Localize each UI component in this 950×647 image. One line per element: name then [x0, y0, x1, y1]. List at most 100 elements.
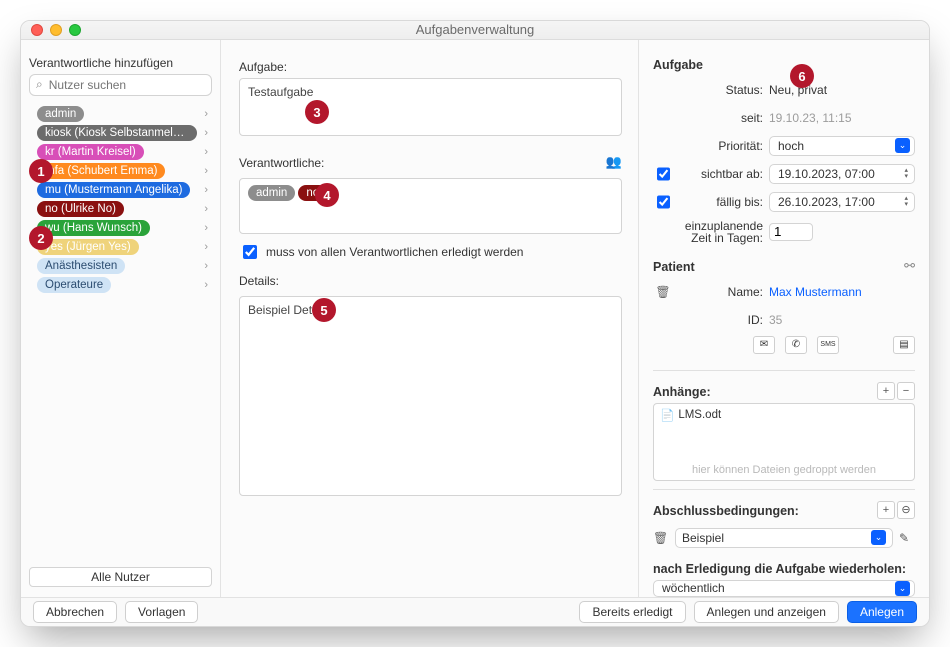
chevron-right-icon: ›	[204, 108, 212, 120]
all-users-button[interactable]: Alle Nutzer	[29, 567, 212, 587]
remove-condition-button[interactable]: ⊖	[897, 501, 915, 519]
callout-4: 4	[315, 183, 339, 207]
search-input[interactable]	[47, 77, 205, 93]
sichtbar-date[interactable]: 19.10.2023, 07:00▴▾	[769, 164, 915, 184]
callout-2: 2	[29, 226, 53, 250]
faellig-label: fällig bis:	[673, 195, 769, 209]
user-row[interactable]: mfa (Schubert Emma) ›	[29, 162, 212, 180]
user-tag: mfa (Schubert Emma)	[37, 163, 165, 179]
templates-button[interactable]: Vorlagen	[125, 601, 198, 623]
search-input-wrapper[interactable]: ⌕	[29, 74, 212, 96]
id-label: ID:	[673, 313, 769, 327]
link-icon[interactable]: ⚯	[904, 258, 915, 274]
status-value: Neu, privat	[769, 83, 915, 97]
user-row[interactable]: no (Ulrike No)›	[29, 200, 212, 218]
assigned-tag[interactable]: admin	[248, 185, 295, 201]
user-tag: kr (Martin Kreisel)	[37, 144, 144, 160]
sichtbar-label: sichtbar ab:	[673, 167, 769, 181]
user-row[interactable]: admin ›	[29, 105, 212, 123]
aufgabe-textarea[interactable]: Testaufgabe	[239, 78, 622, 136]
chevron-right-icon: ›	[204, 241, 212, 253]
faellig-date[interactable]: 26.10.2023, 17:00▴▾	[769, 192, 915, 212]
main-panel: Aufgabe: Testaufgabe Verantwortliche: 👥 …	[221, 40, 639, 597]
edit-icon[interactable]: ✎	[899, 531, 915, 545]
user-row[interactable]: yes (Jürgen Yes)›	[29, 238, 212, 256]
add-condition-button[interactable]: +	[877, 501, 895, 519]
chevron-down-icon: ⌄	[871, 530, 886, 545]
group-row[interactable]: Anästhesisten›	[29, 257, 212, 275]
user-tag: wu (Hans Wunsch)	[37, 220, 150, 236]
search-icon: ⌕	[36, 77, 43, 92]
priority-select[interactable]: hoch⌄	[769, 136, 915, 156]
seit-label: seit:	[673, 111, 769, 125]
verantwortliche-label: Verantwortliche:	[239, 156, 324, 170]
chevron-down-icon: ⌄	[895, 138, 910, 153]
condition-select[interactable]: Beispiel⌄	[675, 528, 893, 548]
einzuplanende-label: einzuplanende Zeit in Tagen:	[673, 220, 769, 244]
chevron-right-icon: ›	[204, 165, 212, 177]
aufgabe-label: Aufgabe:	[239, 60, 622, 74]
must-all-label: muss von allen Verantwortlichen erledigt…	[266, 245, 523, 259]
callout-5: 5	[312, 298, 336, 322]
user-row[interactable]: kiosk (Kiosk Selbstanmeldu…›	[29, 124, 212, 142]
group-tag: Operateure	[37, 277, 111, 293]
chevron-right-icon: ›	[204, 146, 212, 158]
sichtbar-checkbox[interactable]	[657, 167, 670, 181]
user-tag: no (Ulrike No)	[37, 201, 124, 217]
file-icon: 📄	[660, 408, 674, 422]
create-button[interactable]: Anlegen	[847, 601, 917, 623]
user-list: admin›kiosk (Kiosk Selbstanmeldu…›kr (Ma…	[29, 104, 212, 559]
user-row[interactable]: mu (Mustermann Angelika)›	[29, 181, 212, 199]
name-label: Name:	[673, 285, 769, 299]
plan-days-input[interactable]	[769, 223, 813, 241]
remove-attachment-button[interactable]: −	[897, 382, 915, 400]
properties-panel: Aufgabe Status:Neu, privat seit:19.10.23…	[639, 40, 929, 597]
create-and-show-button[interactable]: Anlegen und anzeigen	[694, 601, 839, 623]
app-window: Aufgabenverwaltung Verantwortliche hinzu…	[20, 20, 930, 627]
cancel-button[interactable]: Abbrechen	[33, 601, 117, 623]
chevron-right-icon: ›	[204, 222, 212, 234]
phone-icon[interactable]: ✆	[785, 336, 807, 354]
sms-icon[interactable]: SMS	[817, 336, 839, 354]
patient-name[interactable]: Max Mustermann	[769, 285, 915, 299]
must-all-checkbox[interactable]	[243, 245, 257, 259]
group-row[interactable]: Operateure ›	[29, 276, 212, 294]
footer: Abbrechen Vorlagen Bereits erledigt Anle…	[21, 597, 929, 626]
stepper-icon[interactable]: ▴▾	[904, 196, 908, 208]
user-row[interactable]: kr (Martin Kreisel) ›	[29, 143, 212, 161]
stepper-icon[interactable]: ▴▾	[904, 168, 908, 180]
sidebar: Verantwortliche hinzufügen ⌕ admin›kiosk…	[21, 40, 221, 597]
callout-3: 3	[305, 100, 329, 124]
user-tag: mu (Mustermann Angelika)	[37, 182, 190, 198]
patient-header: Patient	[653, 260, 695, 274]
group-tag: Anästhesisten	[37, 258, 125, 274]
trash-icon[interactable]: 🗑	[653, 531, 669, 545]
abschluss-label: Abschlussbedingungen:	[653, 504, 799, 518]
chevron-right-icon: ›	[204, 127, 212, 139]
details-textarea[interactable]: Beispiel Details	[239, 296, 622, 496]
people-icon[interactable]: 👥	[606, 154, 622, 170]
attachment-item[interactable]: 📄LMS.odt	[660, 408, 908, 422]
verantwortliche-box[interactable]: adminno	[239, 178, 622, 234]
trash-icon[interactable]: 🗑	[655, 285, 670, 299]
card-icon[interactable]: ▤	[893, 336, 915, 354]
faellig-checkbox[interactable]	[657, 195, 670, 209]
already-done-button[interactable]: Bereits erledigt	[579, 601, 685, 623]
priority-label: Priorität:	[673, 139, 769, 153]
mail-icon[interactable]: ✉	[753, 336, 775, 354]
callout-6: 6	[790, 64, 814, 88]
user-tag: admin	[37, 106, 84, 122]
add-attachment-button[interactable]: +	[877, 382, 895, 400]
titlebar: Aufgabenverwaltung	[21, 21, 929, 40]
repeat-label: nach Erledigung die Aufgabe wiederholen:	[653, 562, 915, 576]
user-row[interactable]: wu (Hans Wunsch) ›	[29, 219, 212, 237]
chevron-right-icon: ›	[204, 279, 212, 291]
status-label: Status:	[673, 83, 769, 97]
callout-1: 1	[29, 159, 53, 183]
anhaenge-label: Anhänge:	[653, 385, 711, 399]
seit-value: 19.10.23, 11:15	[769, 111, 915, 125]
attachments-box[interactable]: 📄LMS.odt hier können Dateien gedroppt we…	[653, 403, 915, 481]
repeat-select[interactable]: wöchentlich⌄	[653, 580, 915, 597]
sidebar-header: Verantwortliche hinzufügen	[29, 56, 212, 70]
drop-hint: hier können Dateien gedroppt werden	[654, 464, 914, 476]
